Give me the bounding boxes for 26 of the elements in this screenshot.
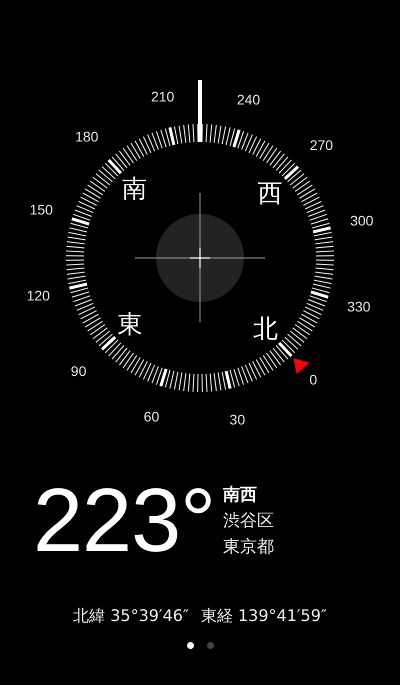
heading-marker [198, 80, 202, 142]
longitude-label: 東経 139°41′59″ [200, 606, 327, 627]
degree-label: 210 [150, 88, 174, 104]
cardinal-label: 北 [252, 314, 278, 344]
degree-label: 0 [309, 371, 318, 388]
cardinal-label: 南 [122, 174, 148, 203]
latitude-label: 北緯 35°39′46″ [73, 606, 189, 627]
heading-reading: 223° [33, 480, 216, 562]
degree-label: 60 [144, 408, 160, 425]
degree-label: 120 [26, 287, 50, 304]
degree-label: 150 [30, 201, 53, 218]
cardinal-label: 東 [117, 309, 142, 338]
degree-label: 300 [350, 212, 374, 229]
degree-label: 240 [236, 91, 260, 108]
district-label: 渋谷区 [223, 510, 274, 533]
degree-label: 30 [230, 412, 246, 428]
page-dot[interactable] [186, 642, 194, 649]
cardinal-label: 西 [258, 178, 283, 208]
direction-label: 南西 [223, 484, 258, 507]
degree-label: 330 [347, 298, 370, 315]
degree-label: 180 [75, 128, 98, 145]
degree-label: 270 [310, 136, 334, 153]
page-dot[interactable] [206, 642, 214, 649]
north-marker-icon [293, 358, 309, 374]
prefecture-label: 東京都 [223, 536, 274, 559]
degree-label: 90 [70, 363, 86, 380]
